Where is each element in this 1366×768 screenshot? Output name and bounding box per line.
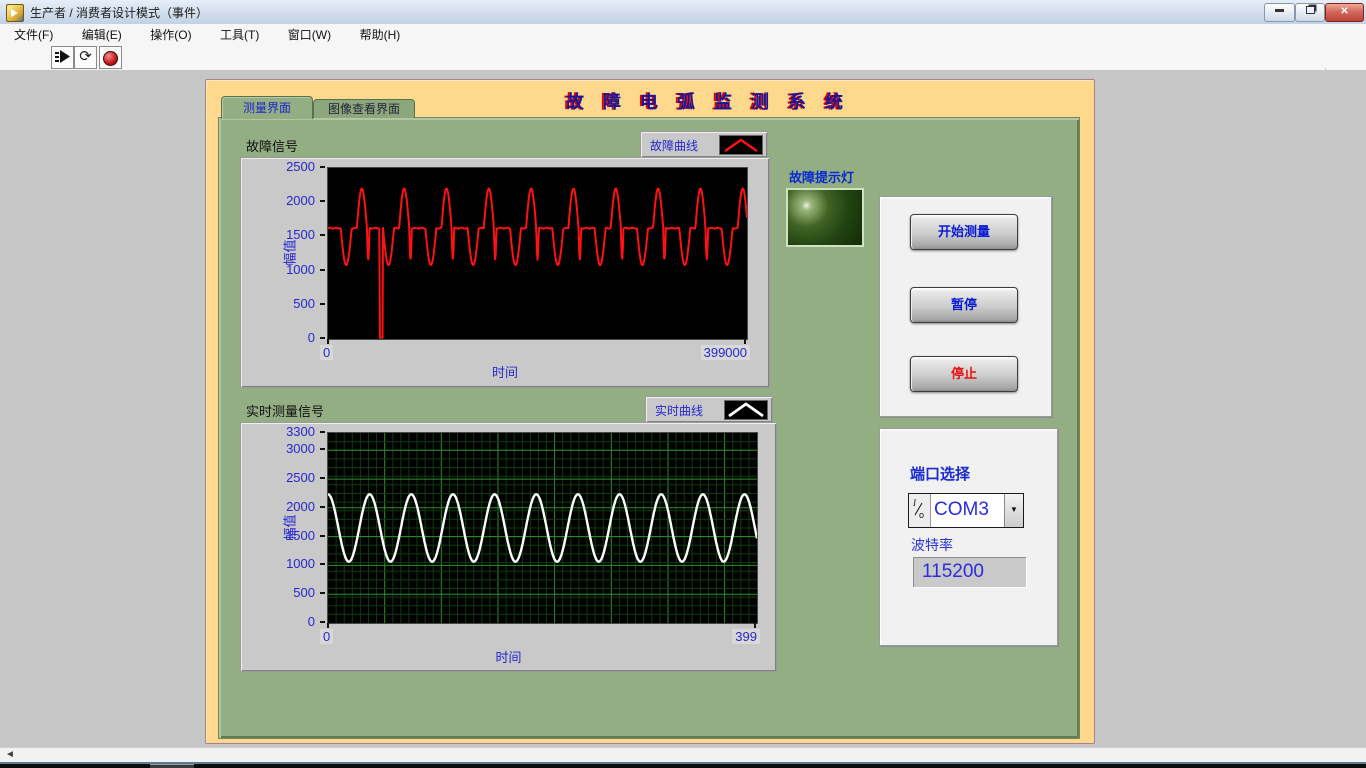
close-button[interactable]: ✕ (1325, 3, 1364, 22)
realtime-plot-area (327, 432, 758, 624)
run-arrow-icon (53, 47, 72, 66)
continuous-run-button[interactable]: ⟳ (74, 46, 97, 69)
tick-mark (320, 303, 325, 305)
tick-mark (320, 337, 325, 339)
menu-item-operate[interactable]: 操作(O) (140, 24, 201, 43)
tick-mark (320, 563, 325, 565)
fault-chart-panel: 幅值 050010001500200025000399000 时间 (240, 157, 770, 388)
run-button[interactable] (51, 46, 74, 69)
horizontal-scrollbar[interactable]: ◄ (0, 747, 1366, 762)
y-tick-label: 500 (241, 296, 315, 311)
pause-button[interactable]: 暂停 (910, 287, 1018, 323)
realtime-x-axis-label: 时间 (241, 647, 776, 666)
y-tick-label: 2000 (241, 499, 315, 514)
labview-front-panel-window: 生产者 / 消费者设计模式（事件） ✕ 文件(F) 编辑(E) 操作(O) 工具… (0, 0, 1366, 768)
fault-plot-area (327, 167, 748, 340)
tick-mark (320, 621, 325, 623)
abort-button[interactable] (99, 46, 122, 69)
menu-bar: 文件(F) 编辑(E) 操作(O) 工具(T) 窗口(W) 帮助(H) (0, 24, 1366, 45)
tick-mark (327, 339, 329, 344)
tick-mark (744, 339, 746, 344)
port-select-label: 端口选择 (910, 463, 970, 484)
fault-indicator-label: 故障提示灯 (789, 167, 854, 186)
y-tick-label: 1000 (241, 556, 315, 571)
port-combo-value: COM3 (931, 494, 1004, 527)
tick-mark (754, 623, 756, 628)
menu-item-tools[interactable]: 工具(T) (210, 24, 269, 43)
y-tick-label: 1000 (241, 262, 315, 277)
restore-button[interactable] (1295, 3, 1325, 22)
tick-mark (320, 431, 325, 433)
realtime-legend[interactable]: 实时曲线 (645, 396, 773, 423)
fault-legend-line-icon (719, 135, 763, 155)
y-tick-label: 2500 (241, 470, 315, 485)
y-tick-label: 0 (241, 614, 315, 629)
menu-item-help[interactable]: 帮助(H) (350, 24, 411, 43)
x-tick-label: 0 (320, 629, 333, 644)
menu-item-file[interactable]: 文件(F) (4, 24, 63, 43)
labview-app-icon (6, 4, 24, 22)
minimize-button[interactable] (1264, 3, 1295, 22)
tick-mark (320, 506, 325, 508)
y-tick-label: 3000 (241, 441, 315, 456)
tick-mark (320, 477, 325, 479)
y-tick-label: 1500 (241, 528, 315, 543)
y-tick-label: 500 (241, 585, 315, 600)
abort-icon (103, 51, 118, 66)
start-measure-button[interactable]: 开始测量 (910, 214, 1018, 250)
tab-image-view[interactable]: 图像查看界面 (313, 99, 415, 118)
chevron-down-icon[interactable]: ▼ (1004, 494, 1023, 527)
taskbar-strip (0, 764, 1366, 768)
window-title: 生产者 / 消费者设计模式（事件） (30, 4, 208, 21)
tick-mark (320, 234, 325, 236)
fault-x-axis-label: 时间 (241, 362, 769, 381)
realtime-chart-label: 实时测量信号 (246, 401, 324, 420)
svg-text:o: o (919, 510, 924, 520)
y-tick-label: 0 (241, 330, 315, 345)
tick-mark (320, 448, 325, 450)
y-tick-label: 3300 (241, 424, 315, 439)
realtime-legend-line-icon (724, 400, 768, 420)
tick-mark (320, 200, 325, 202)
baud-rate-label: 波特率 (911, 535, 953, 555)
fault-legend-label: 故障曲线 (650, 137, 698, 154)
y-tick-label: 1500 (241, 227, 315, 242)
fault-chart-label: 故障信号 (246, 136, 298, 155)
stop-button[interactable]: 停止 (910, 356, 1018, 392)
toolbar: ⟳ (0, 44, 1366, 71)
realtime-legend-label: 实时曲线 (655, 402, 703, 419)
tick-mark (320, 166, 325, 168)
tab-measure[interactable]: 测量界面 (221, 96, 313, 119)
io-icon: I o (909, 494, 931, 527)
port-panel: 端口选择 I o COM3 ▼ 波特率 115200 (879, 428, 1058, 646)
svg-text:I: I (912, 498, 917, 508)
tick-mark (327, 623, 329, 628)
system-banner-title: 故 障 电 弧 监 测 系 统 (538, 88, 878, 114)
fault-legend[interactable]: 故障曲线 (640, 131, 768, 158)
x-tick-label: 0 (320, 345, 333, 360)
realtime-chart-panel: 幅值 05001000150020002500300033000399 时间 (240, 422, 777, 672)
x-tick-label: 399000 (701, 345, 750, 360)
buttons-panel: 开始测量 暂停 停止 (879, 196, 1052, 417)
y-tick-label: 2000 (241, 193, 315, 208)
port-combo-box[interactable]: I o COM3 ▼ (908, 493, 1024, 528)
tick-mark (320, 592, 325, 594)
scroll-left-icon[interactable]: ◄ (2, 749, 18, 761)
tick-mark (320, 269, 325, 271)
continuous-run-icon: ⟳ (79, 48, 92, 65)
y-tick-label: 2500 (241, 159, 315, 174)
x-tick-label: 399 (732, 629, 760, 644)
menu-item-edit[interactable]: 编辑(E) (72, 24, 132, 43)
tick-mark (320, 535, 325, 537)
fault-indicator-led (786, 188, 864, 247)
window-titlebar: 生产者 / 消费者设计模式（事件） ✕ (0, 0, 1366, 25)
baud-rate-value: 115200 (913, 557, 1026, 587)
menu-item-window[interactable]: 窗口(W) (278, 24, 341, 43)
